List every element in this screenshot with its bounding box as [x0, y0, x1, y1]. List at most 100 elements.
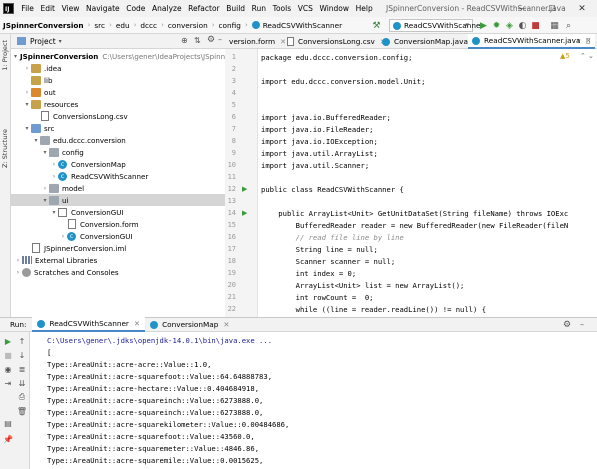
warning-count[interactable]: ▲5 — [560, 52, 570, 60]
chevron-right-icon[interactable]: › — [14, 257, 22, 264]
breadcrumb-project[interactable]: JSpinnerConversion — [3, 21, 84, 30]
run-gutter-icon[interactable]: ▶ — [242, 185, 247, 193]
debug-icon[interactable]: ✹ — [491, 20, 502, 31]
chevron-right-icon[interactable]: › — [50, 173, 58, 180]
chevron-right-icon[interactable]: › — [41, 185, 49, 192]
tabs-dropdown-icon[interactable]: ▾ — [577, 37, 581, 45]
stop-icon[interactable]: ■ — [3, 350, 13, 360]
chevron-down-icon[interactable]: ▾ — [14, 53, 17, 60]
chevron-right-icon[interactable]: › — [59, 233, 67, 240]
tree-item-conversiongui-form-group[interactable]: ▾ ConversionGUI — [11, 206, 225, 218]
tree-item-package[interactable]: ▾ edu.dccc.conversion — [11, 134, 225, 146]
minimize-button[interactable]: — — [507, 0, 537, 17]
menu-window[interactable]: Window — [316, 4, 352, 13]
menu-edit[interactable]: Edit — [37, 4, 58, 13]
project-panel-title[interactable]: Project — [30, 37, 56, 46]
breadcrumb-edu[interactable]: edu — [116, 21, 130, 30]
scroll-to-end-icon[interactable]: ⇊ — [17, 378, 27, 388]
tree-item-lib[interactable]: lib — [11, 74, 225, 86]
coverage-icon[interactable]: ◈ — [504, 20, 515, 31]
run-tab-readcsvwithscanner[interactable]: ReadCSVWithScanner ✕ — [32, 317, 146, 332]
exit-icon[interactable]: ⇥ — [3, 378, 13, 388]
rerun-icon[interactable]: ▶ — [3, 336, 13, 346]
breadcrumb-src[interactable]: src — [94, 21, 105, 30]
chevron-down-icon[interactable]: ▾ — [32, 137, 40, 144]
menu-help[interactable]: Help — [352, 4, 376, 13]
menu-build[interactable]: Build — [223, 4, 248, 13]
close-button[interactable]: ✕ — [567, 0, 597, 17]
close-icon[interactable]: ✕ — [223, 320, 229, 329]
menu-run[interactable]: Run — [248, 4, 269, 13]
tree-item-readcsvwithscanner[interactable]: › c ReadCSVWithScanner — [11, 170, 225, 182]
menu-file[interactable]: File — [18, 4, 37, 13]
profile-icon[interactable]: ◐ — [517, 20, 528, 31]
tab-version-form[interactable]: version.form ✕ — [225, 34, 290, 49]
chevron-right-icon[interactable]: › — [14, 269, 22, 276]
tree-item-conversiongui-class[interactable]: › c ConversionGUI — [11, 230, 225, 242]
stop-icon[interactable]: ■ — [530, 20, 541, 31]
soft-wrap-icon[interactable]: ≣ — [17, 364, 27, 374]
menu-view[interactable]: View — [58, 4, 82, 13]
hide-icon[interactable]: – — [580, 320, 584, 329]
tree-item-external-libraries[interactable]: › External Libraries — [11, 254, 225, 266]
hide-icon[interactable]: – — [218, 35, 222, 44]
chevron-right-icon[interactable]: › — [23, 89, 31, 96]
search-icon[interactable]: ⌕ — [563, 20, 574, 31]
tab-conversionslong-csv[interactable]: ConversionsLong.csv ✕ — [283, 34, 390, 49]
split-icon[interactable]: ▯ — [586, 36, 590, 45]
run-configuration-select[interactable]: ReadCSVWithScanner ▾ — [389, 19, 483, 32]
tree-item-src[interactable]: ▾ src — [11, 122, 225, 134]
close-icon[interactable]: ✕ — [134, 319, 140, 328]
console-output[interactable]: C:\Users\gener\.jdks\openjdk-14.0.1\bin\… — [30, 332, 597, 469]
menu-code[interactable]: Code — [123, 4, 149, 13]
breadcrumb-conversion[interactable]: conversion — [168, 21, 208, 30]
print-icon[interactable]: ⎙ — [17, 392, 27, 402]
tree-item-resources[interactable]: ▾ resources — [11, 98, 225, 110]
chevron-down-icon[interactable]: ▾ — [59, 38, 62, 45]
code-editor[interactable]: ▲5 ⌃ ⌄ package edu.dccc.conversion.confi… — [258, 49, 597, 317]
scroll-down-icon[interactable]: ↓ — [17, 350, 27, 360]
locate-icon[interactable]: ⊕ — [181, 36, 188, 45]
gear-icon[interactable]: ⚙ — [207, 35, 215, 45]
breadcrumb-config[interactable]: config — [219, 21, 241, 30]
tree-item-conversionmap[interactable]: › c ConversionMap — [11, 158, 225, 170]
maximize-button[interactable]: ☐ — [537, 0, 567, 17]
tree-item-scratches[interactable]: › Scratches and Consoles — [11, 266, 225, 278]
chevron-down-icon[interactable]: ⌄ — [588, 52, 594, 60]
scroll-up-icon[interactable]: ↑ — [17, 336, 27, 346]
tree-item-out[interactable]: › out — [11, 86, 225, 98]
build-hammer-icon[interactable]: ⚒ — [371, 20, 382, 31]
tree-item-csv[interactable]: ConversionsLong.csv — [11, 110, 225, 122]
breadcrumb-dccc[interactable]: dccc — [140, 21, 157, 30]
tree-item-iml[interactable]: JSpinnerConversion.iml — [11, 242, 225, 254]
pin-icon[interactable]: 📌 — [3, 434, 13, 444]
chevron-down-icon[interactable]: ▾ — [41, 149, 49, 156]
menu-tools[interactable]: Tools — [269, 4, 294, 13]
menu-refactor[interactable]: Refactor — [185, 4, 223, 13]
chevron-up-icon[interactable]: ⌃ — [580, 52, 586, 60]
project-tool-tab[interactable]: 1: Project — [1, 40, 9, 71]
run-icon[interactable]: ▶ — [478, 20, 489, 31]
project-structure-icon[interactable]: ▦ — [549, 20, 560, 31]
tree-item-model[interactable]: › model — [11, 182, 225, 194]
menu-vcs[interactable]: VCS — [294, 4, 316, 13]
breadcrumb-class[interactable]: ReadCSVWithScanner — [263, 21, 342, 30]
run-gutter-icon[interactable]: ▶ — [242, 209, 247, 217]
tree-item-config[interactable]: ▾ config — [11, 146, 225, 158]
tree-item-ui[interactable]: ▾ ui — [11, 194, 225, 206]
chevron-down-icon[interactable]: ▾ — [23, 125, 31, 132]
chevron-right-icon[interactable]: › — [50, 161, 58, 168]
structure-tool-tab[interactable]: Z: Structure — [1, 129, 9, 168]
chevron-right-icon[interactable]: › — [23, 65, 31, 72]
tree-item-conversion-form[interactable]: Conversion.form — [11, 218, 225, 230]
menu-analyze[interactable]: Analyze — [149, 4, 185, 13]
collapse-icon[interactable]: ⇅ — [194, 36, 201, 45]
run-tab-conversionmap[interactable]: ConversionMap ✕ — [145, 317, 234, 332]
menu-navigate[interactable]: Navigate — [83, 4, 123, 13]
tree-item-idea[interactable]: › .idea — [11, 62, 225, 74]
trash-icon[interactable]: 🗑 — [17, 406, 27, 416]
tree-item-project[interactable]: ▾ JSpinnerConversion C:\Users\gener\Idea… — [11, 50, 225, 62]
chevron-down-icon[interactable]: ▾ — [50, 209, 58, 216]
camera-icon[interactable]: ◉ — [3, 364, 13, 374]
chevron-down-icon[interactable]: ▾ — [23, 101, 31, 108]
